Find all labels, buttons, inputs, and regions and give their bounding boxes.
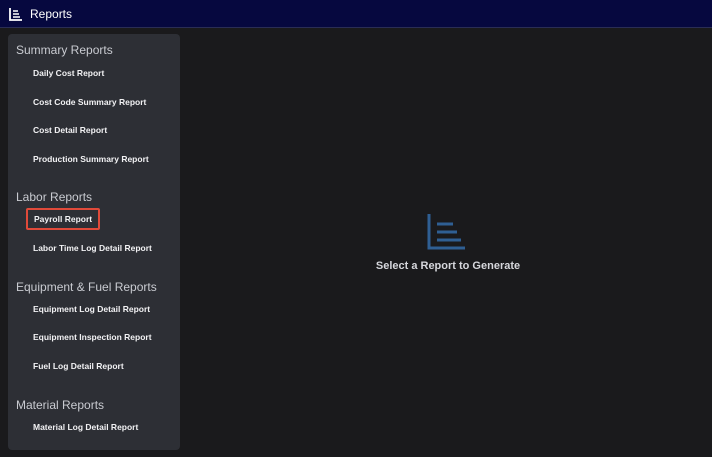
section-material-reports: Material Reports (16, 398, 105, 412)
report-item-cost-code-summary[interactable]: Cost Code Summary Report (33, 96, 146, 108)
report-item-payroll[interactable]: Payroll Report (26, 208, 101, 230)
report-sidebar: Summary Reports Daily Cost Report Cost C… (8, 34, 180, 450)
reports-icon (427, 214, 465, 250)
report-item-fuel-log[interactable]: Fuel Log Detail Report (33, 360, 124, 372)
title-bar: Reports (0, 0, 712, 28)
report-item-daily-cost[interactable]: Daily Cost Report (33, 67, 104, 79)
report-item-material-log[interactable]: Material Log Detail Report (33, 421, 138, 433)
report-item-equipment-log[interactable]: Equipment Log Detail Report (33, 303, 150, 315)
empty-state-text: Select a Report to Generate (375, 260, 521, 272)
empty-state: Select a Report to Generate (330, 212, 566, 276)
report-item-labor-time-log[interactable]: Labor Time Log Detail Report (33, 242, 152, 254)
reports-icon (9, 8, 22, 21)
report-item-cost-detail[interactable]: Cost Detail Report (33, 124, 107, 136)
section-summary-reports: Summary Reports (16, 43, 113, 57)
section-labor-reports: Labor Reports (16, 190, 93, 204)
report-item-equipment-inspection[interactable]: Equipment Inspection Report (33, 331, 152, 343)
report-item-production-summary[interactable]: Production Summary Report (33, 153, 149, 165)
page-title: Reports (30, 7, 73, 21)
section-equipment-fuel-reports: Equipment & Fuel Reports (16, 280, 157, 294)
